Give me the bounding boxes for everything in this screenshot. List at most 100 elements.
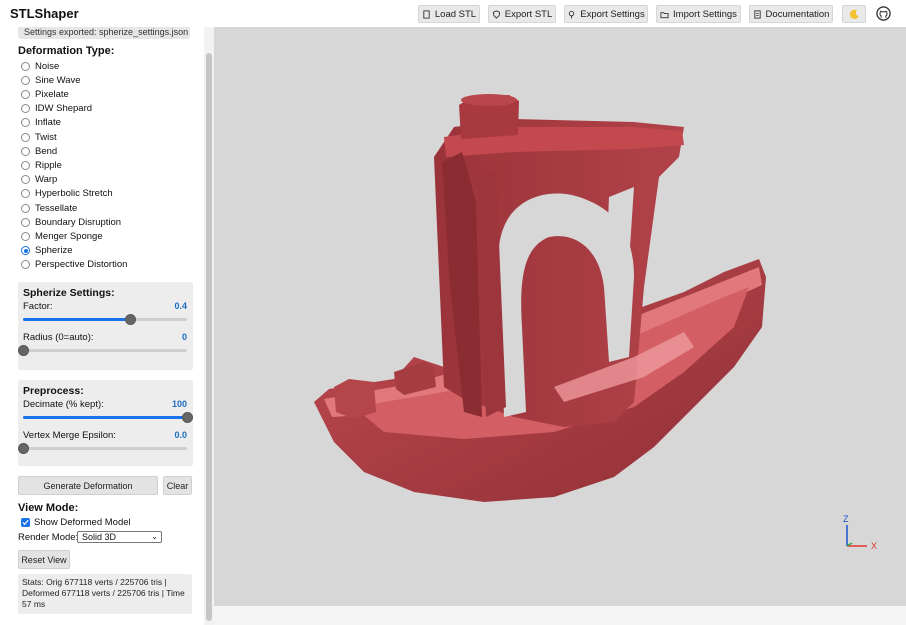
decimate-slider-knob[interactable] <box>182 412 193 423</box>
deformation-option-label: IDW Shepard <box>35 103 93 115</box>
deformation-option-label: Ripple <box>35 159 62 171</box>
deformation-option[interactable]: Boundary Disruption <box>21 216 121 228</box>
export-stl-button[interactable]: Export STL <box>488 5 556 23</box>
z-axis-label: Z <box>843 514 849 524</box>
deformation-option[interactable]: Hyperbolic Stretch <box>21 188 113 200</box>
deformation-radio[interactable] <box>21 89 30 99</box>
pin-icon <box>569 10 575 19</box>
deformation-option[interactable]: Perspective Distortion <box>21 259 127 271</box>
export-settings-button[interactable]: Export Settings <box>564 5 648 23</box>
generate-deformation-button[interactable]: Generate Deformation <box>18 476 158 495</box>
factor-label: Factor: <box>23 301 53 312</box>
deformation-option-label: Twist <box>35 131 57 143</box>
load-stl-button[interactable]: Load STL <box>418 5 480 23</box>
import-settings-button[interactable]: Import Settings <box>656 5 741 23</box>
file-icon <box>423 9 430 19</box>
deformation-option-label: Inflate <box>35 117 61 129</box>
stats-panel: Stats: Orig 677118 verts / 225706 tris |… <box>18 574 192 614</box>
shield-icon <box>492 9 500 19</box>
deformation-option[interactable]: Twist <box>21 131 57 143</box>
deformation-radio[interactable] <box>21 246 30 256</box>
deformation-option[interactable]: Menger Sponge <box>21 230 103 242</box>
radius-slider-knob[interactable] <box>18 345 29 356</box>
deformation-option-label: Sine Wave <box>35 74 81 86</box>
export-status-note: Settings exported: spherize_settings.jso… <box>18 27 190 39</box>
chimney-top <box>461 94 517 106</box>
deformation-option[interactable]: IDW Shepard <box>21 103 92 115</box>
deformation-option[interactable]: Pixelate <box>21 88 69 100</box>
deformation-option[interactable]: Sine Wave <box>21 74 81 86</box>
boat-model[interactable] <box>214 27 906 606</box>
deformation-option[interactable]: Spherize <box>21 245 73 257</box>
deformation-radio[interactable] <box>21 104 30 114</box>
show-deformed-row[interactable]: Show Deformed Model <box>21 517 131 528</box>
render-mode-select[interactable]: Solid 3D ⌄ <box>77 531 162 543</box>
render-mode-label: Render Mode: <box>18 532 79 543</box>
deformation-option[interactable]: Warp <box>21 174 57 186</box>
documentation-button[interactable]: Documentation <box>749 5 833 23</box>
deformation-option-label: Spherize <box>35 245 73 257</box>
clear-button[interactable]: Clear <box>163 476 192 495</box>
bow-box <box>334 379 376 419</box>
export-settings-label: Export Settings <box>580 8 645 20</box>
theme-toggle-button[interactable] <box>842 5 866 23</box>
deformation-option[interactable]: Inflate <box>21 117 61 129</box>
3d-viewport[interactable]: Z X <box>214 27 906 606</box>
folder-icon <box>660 11 669 18</box>
viewport-bottom-strip <box>214 606 906 625</box>
epsilon-slider-knob[interactable] <box>18 443 29 454</box>
deformation-radio[interactable] <box>21 231 30 241</box>
deformation-option[interactable]: Bend <box>21 145 57 157</box>
radius-value: 0 <box>181 332 187 342</box>
deformation-radio[interactable] <box>21 75 30 85</box>
epsilon-slider[interactable] <box>18 443 187 454</box>
view-mode-title: View Mode: <box>18 502 79 514</box>
factor-slider-knob[interactable] <box>124 314 136 325</box>
deformation-option[interactable]: Tessellate <box>21 202 77 214</box>
deformation-radio[interactable] <box>21 175 30 185</box>
radius-label: Radius (0=auto): <box>23 332 94 343</box>
deformation-option-label: Tessellate <box>35 202 78 214</box>
import-settings-label: Import Settings <box>673 8 737 20</box>
decimate-slider-fill <box>23 416 187 419</box>
factor-slider[interactable] <box>23 314 187 325</box>
deformation-option-label: Noise <box>35 60 60 72</box>
deformation-option[interactable]: Noise <box>21 60 59 72</box>
export-stl-label: Export STL <box>504 8 553 20</box>
document-icon <box>753 9 761 19</box>
deformation-option-label: Pixelate <box>35 88 69 100</box>
app-title: STLShaper <box>10 6 79 21</box>
deformation-radio[interactable] <box>21 189 30 199</box>
radius-slider[interactable] <box>18 345 187 356</box>
deformation-radio[interactable] <box>21 118 30 128</box>
moon-icon <box>849 9 859 19</box>
app-header: STLShaper Load STL Export STL Export Set… <box>0 0 906 27</box>
render-mode-value: Solid 3D <box>82 532 117 542</box>
github-icon[interactable] <box>876 6 891 21</box>
axis-helper: Z X <box>843 514 877 551</box>
check-icon <box>22 519 29 526</box>
deformation-radio[interactable] <box>21 61 30 71</box>
load-stl-label: Load STL <box>434 8 477 20</box>
deformation-radio[interactable] <box>21 146 30 156</box>
chevron-down-icon: ⌄ <box>151 532 158 541</box>
deformation-option-label: Perspective Distortion <box>35 259 128 271</box>
decimate-slider[interactable] <box>23 412 193 423</box>
factor-slider-fill <box>23 318 130 321</box>
deformation-radio[interactable] <box>21 160 30 170</box>
decimate-value: 100 <box>171 399 187 409</box>
decimate-label: Decimate (% kept): <box>23 399 104 410</box>
documentation-label: Documentation <box>765 8 830 20</box>
deformation-option-label: Hyperbolic Stretch <box>35 188 113 200</box>
sidebar-scrollbar-thumb[interactable] <box>206 53 212 621</box>
deformation-radio[interactable] <box>21 132 30 142</box>
deformation-option-label: Boundary Disruption <box>35 216 122 228</box>
reset-view-button[interactable]: Reset View <box>18 550 70 569</box>
deformation-radio[interactable] <box>21 260 30 270</box>
spherize-settings-panel: Spherize Settings: Factor: 0.4 Radius (0… <box>18 282 193 370</box>
deformation-radio[interactable] <box>21 203 30 213</box>
deformation-radio[interactable] <box>21 217 30 227</box>
deformation-option[interactable]: Ripple <box>21 159 62 171</box>
epsilon-label: Vertex Merge Epsilon: <box>23 430 116 441</box>
show-deformed-checkbox[interactable] <box>21 518 30 527</box>
